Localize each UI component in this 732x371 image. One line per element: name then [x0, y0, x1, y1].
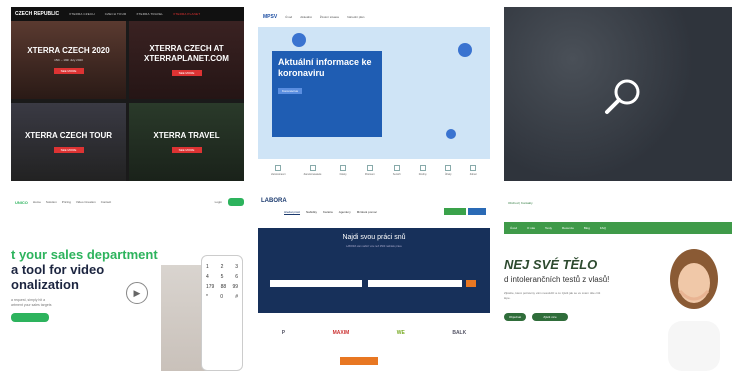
login-button: [468, 208, 486, 215]
order-button: Objednat: [504, 313, 526, 321]
magnifier-icon: [605, 79, 640, 114]
preview-hover-zoom[interactable]: [504, 7, 732, 181]
xterra-header: CZECH REPUBLIC XTERRA CZECH CZECH TOUR X…: [11, 7, 244, 21]
preview-labora[interactable]: LABORA Hledat práci Nabídky Kariéra Agen…: [258, 195, 490, 371]
woman-photo: [668, 249, 720, 371]
signup-button: [228, 198, 244, 206]
nav-item: Contact: [100, 200, 112, 204]
nav-item: XTERRA PLANET: [173, 12, 201, 16]
virus-icon: [292, 33, 306, 47]
sales-logo: UNICO: [15, 199, 28, 205]
partner-logos: P MAXIM WE BALK: [281, 330, 467, 336]
nav-item: CZECH TOUR: [104, 12, 127, 16]
nav-item: Pricing: [61, 200, 71, 204]
xterra-logo: CZECH REPUBLIC: [15, 10, 60, 17]
top-bar: Obchod | Kontakty: [508, 201, 533, 205]
category-item: Úřady: [445, 164, 451, 176]
sales-header: UNICO Home Solution Pricing Video Creati…: [11, 195, 244, 209]
category-item: Rodiny: [419, 164, 427, 176]
tile-subtitle: 15th – 19th July 2020: [54, 58, 83, 62]
hero-banner: Aktuální informace ke koronaviru Koronav…: [258, 27, 490, 159]
more-info-button: Zjistit více: [532, 313, 568, 321]
more-button: [340, 357, 378, 365]
green-nav: Úvod O nás Testy Recenze Blog FAQ: [504, 222, 732, 234]
tag-chip: Koronavirus: [278, 88, 303, 94]
tile-title: XTERRA CZECH 2020: [27, 46, 110, 55]
nav-item: XTERRA CZECH: [69, 12, 95, 16]
hero-subtitle: LABORA vám nabízí více než 2500 nabídek …: [346, 245, 402, 248]
nav-item: Video Creation: [75, 200, 96, 204]
category-item: Dávky: [340, 164, 347, 176]
nav-item: Národní plán: [347, 15, 365, 19]
labora-header: LABORA: [258, 195, 490, 206]
labora-logo: LABORA: [261, 197, 287, 204]
phone-mockup: 123 456 179 88 99 * 0 #: [201, 255, 243, 371]
see-more-button: SEE MORE: [53, 147, 84, 153]
hero-text: a request, simply hit a artment your sal…: [11, 298, 52, 307]
nav-item: Úvod: [285, 15, 293, 19]
xterra-tile: XTERRA CZECH TOUR SEE MORE: [11, 103, 126, 181]
job-input: [270, 280, 362, 287]
category-item: Pěstouni: [365, 164, 375, 176]
hero-title: Najdi svou práci snů: [342, 234, 406, 241]
mpsv-logo: MPSV: [263, 14, 278, 20]
search-button: [466, 280, 476, 287]
hero-text: Zjistěte, které potraviny vám nesvědčí a…: [504, 291, 601, 300]
nav-item: Solution: [45, 200, 57, 204]
cta-button: [11, 313, 49, 322]
employer-button: [444, 208, 466, 215]
nav-item: XTERRA TRAVEL: [136, 12, 164, 16]
hero-title: Aktuální informace ke koronaviru: [278, 57, 372, 78]
preview-intolerance-tests[interactable]: Obchod | Kontakty Úvod O nás Testy Recen…: [504, 195, 732, 371]
category-item: Zaměstnavatelé: [304, 164, 321, 176]
nav-item: Home: [32, 200, 41, 204]
nav-item: Životní situace: [319, 15, 340, 19]
see-more-button: SEE MORE: [171, 147, 202, 153]
virus-icon: [446, 129, 456, 139]
tile-title: XTERRA TRAVEL: [153, 131, 220, 140]
category-item: Senioři: [393, 164, 401, 176]
hero-subheadline: d intolerančních testů z vlasů!: [504, 275, 610, 284]
location-input: [368, 280, 462, 287]
login-link: Login: [214, 200, 222, 204]
virus-icon: [458, 43, 472, 57]
preview-xterra[interactable]: CZECH REPUBLIC XTERRA CZECH CZECH TOUR X…: [11, 7, 244, 181]
info-box: Aktuální informace ke koronaviru Koronav…: [272, 51, 382, 137]
nav-item: Aktuálně: [300, 15, 312, 19]
see-more-button: SEE MORE: [53, 68, 84, 74]
tile-title: XTERRA CZECH TOUR: [24, 131, 113, 140]
hero-headline: NEJ SVÉ TĚLO: [504, 257, 598, 272]
preview-koronavirus[interactable]: MPSV Úvod Aktuálně Životní situace Národ…: [258, 7, 490, 181]
preview-sales-video[interactable]: UNICO Home Solution Pricing Video Creati…: [11, 195, 244, 371]
tile-title: XTERRA CZECH AT XTERRAPLANET.COM: [144, 44, 229, 63]
xterra-tile: XTERRA CZECH AT XTERRAPLANET.COM SEE MOR…: [129, 21, 244, 99]
play-icon: ▶: [126, 282, 148, 304]
see-more-button: SEE MORE: [171, 70, 202, 76]
search-hero: Najdi svou práci snů LABORA vám nabízí v…: [258, 228, 490, 313]
category-item: Zaměstnanci: [271, 164, 285, 176]
xterra-tile: XTERRA TRAVEL SEE MORE: [129, 103, 244, 181]
category-item: Zdraví: [470, 164, 477, 176]
mpsv-header: MPSV Úvod Aktuálně Životní situace Národ…: [258, 7, 490, 27]
category-icons: Zaměstnanci Zaměstnavatelé Dávky Pěstoun…: [258, 159, 490, 181]
xterra-tile: XTERRA CZECH 2020 15th – 19th July 2020 …: [11, 21, 126, 99]
